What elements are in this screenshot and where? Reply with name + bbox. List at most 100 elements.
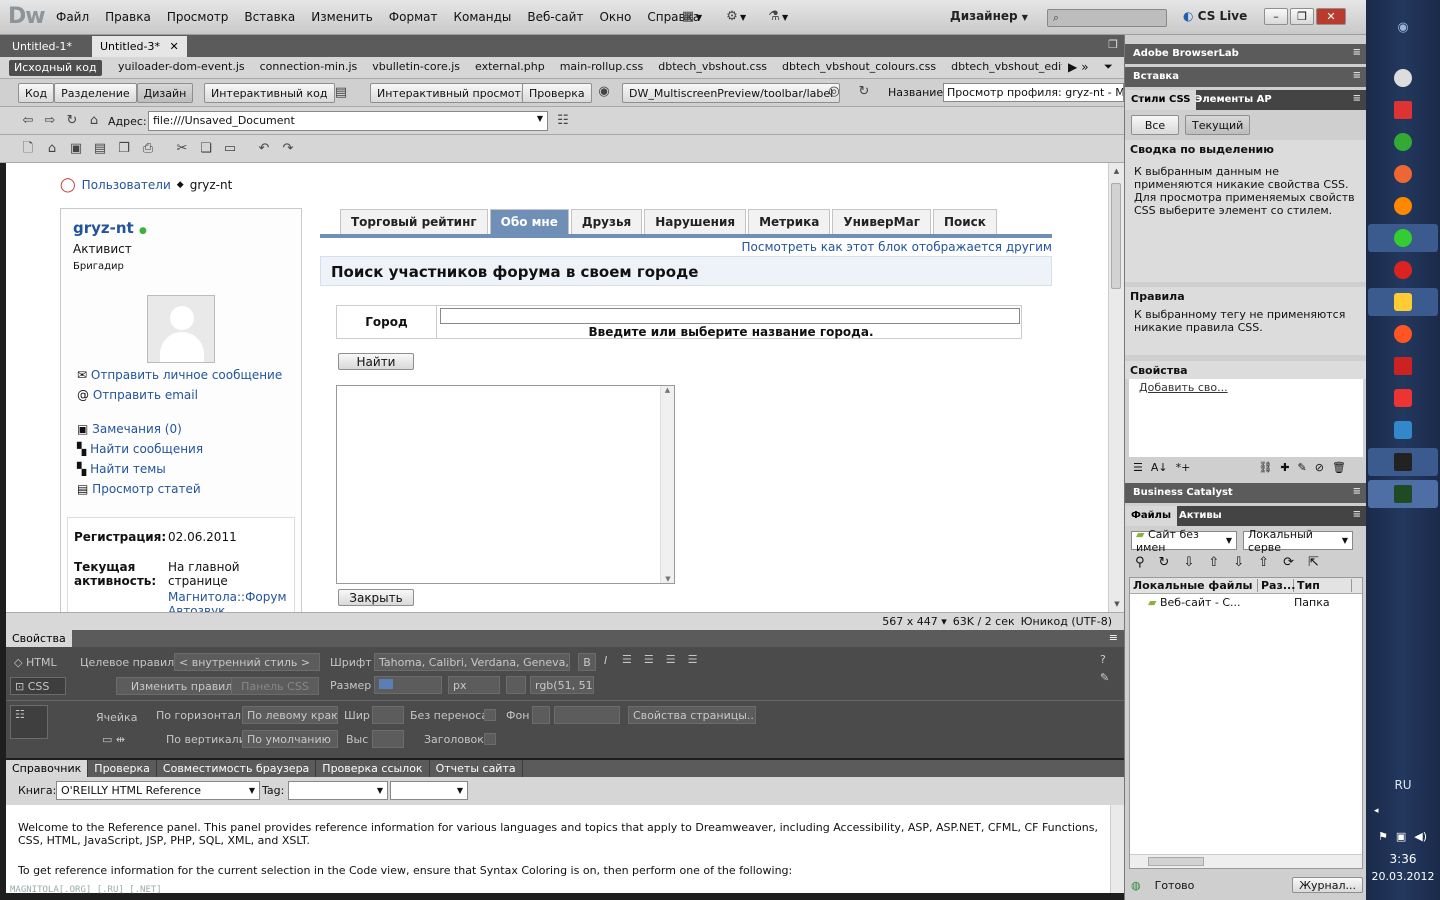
- notes-link[interactable]: ▣ Замечания (0): [77, 419, 282, 439]
- language-indicator[interactable]: RU: [1366, 778, 1440, 792]
- header-checkbox[interactable]: [484, 733, 496, 745]
- taskbar-icon[interactable]: [1382, 96, 1424, 124]
- refresh-icon[interactable]: ↻: [64, 113, 80, 129]
- tab-link-checker[interactable]: Проверка ссылок: [316, 760, 430, 777]
- breadcrumb-users[interactable]: Пользователи: [82, 178, 171, 192]
- tab-files[interactable]: Файлы: [1125, 506, 1178, 526]
- server-view-select[interactable]: Локальный серве ▼: [1243, 528, 1353, 554]
- alpha-view-icon[interactable]: A↓: [1151, 461, 1168, 474]
- layout-menu-icon[interactable]: ▦ ▼: [680, 9, 710, 25]
- taskbar-icon[interactable]: [1368, 224, 1438, 252]
- related-file[interactable]: main-rollup.css: [560, 60, 644, 73]
- menu-modify[interactable]: Изменить: [303, 10, 381, 24]
- workspace-switcher[interactable]: Дизайнер ▼: [950, 9, 1028, 23]
- related-file[interactable]: yuiloader-dom-event.js: [118, 60, 245, 73]
- checkout-icon[interactable]: ⇩: [1233, 555, 1244, 570]
- tab-trade-rating[interactable]: Торговый рейтинг: [340, 209, 488, 234]
- tab-search[interactable]: Поиск: [932, 209, 997, 234]
- help-search-input[interactable]: ⌕: [1047, 9, 1167, 27]
- find-posts-link[interactable]: ▚ Найти сообщения: [77, 439, 282, 459]
- related-file[interactable]: vbulletin-core.js: [372, 60, 460, 73]
- address-input[interactable]: file:///Unsaved_Document ▼: [148, 111, 548, 131]
- tab-css-styles[interactable]: Стили CSS: [1125, 90, 1197, 110]
- related-file[interactable]: external.php: [475, 60, 545, 73]
- paste-icon[interactable]: ▭: [222, 141, 238, 157]
- network-icon[interactable]: ▣: [1396, 830, 1406, 843]
- related-file[interactable]: dbtech_vbshout.css: [658, 60, 767, 73]
- dreamweaver-taskbar-icon[interactable]: [1368, 480, 1438, 508]
- new-rule-icon[interactable]: ✚: [1280, 461, 1289, 474]
- menu-site[interactable]: Веб-сайт: [519, 10, 591, 24]
- col-local-files[interactable]: Локальные файлы: [1130, 579, 1258, 592]
- window-size[interactable]: 567 x 447 ▾: [882, 615, 947, 628]
- activity-link[interactable]: Магнитола::Форум Автозвук: [168, 590, 288, 612]
- height-input[interactable]: [372, 730, 404, 748]
- color-picker[interactable]: [506, 676, 526, 694]
- tab-validation[interactable]: Проверка: [88, 760, 157, 777]
- new-document-icon[interactable]: 🗋: [20, 141, 36, 157]
- sync-icon[interactable]: ⟳: [1283, 555, 1294, 570]
- css-mode-button[interactable]: ⊡ CSS: [10, 677, 66, 695]
- tab-ap-elements[interactable]: Элементы AP: [1195, 94, 1272, 105]
- inspect-icon[interactable]: ▤: [333, 85, 349, 101]
- font-select[interactable]: Tahoma, Calibri, Verdana, Geneva,: [374, 653, 570, 671]
- align-buttons[interactable]: ☰☰☰☰: [622, 653, 709, 666]
- print-icon[interactable]: ⎙: [140, 141, 156, 157]
- edit-rule-icon[interactable]: ✎: [1298, 461, 1307, 474]
- html-mode-button[interactable]: ◇ HTML: [14, 656, 57, 669]
- menu-edit[interactable]: Правка: [97, 10, 159, 24]
- target-rule-select[interactable]: < внутренний стиль >: [174, 653, 320, 671]
- tab-assets[interactable]: Активы: [1179, 510, 1222, 521]
- checkin-icon[interactable]: ⇧: [1258, 555, 1269, 570]
- all-mode-button[interactable]: Все: [1131, 115, 1179, 135]
- tab-infractions[interactable]: Нарушения: [644, 209, 747, 234]
- restore-doc-icon[interactable]: ❐: [1108, 38, 1118, 51]
- quick-tag-icon[interactable]: ✎: [1100, 671, 1109, 684]
- color-value-input[interactable]: rgb(51, 51,: [530, 676, 594, 694]
- set-properties-icon[interactable]: *+: [1176, 461, 1191, 474]
- bg-color-input[interactable]: [554, 706, 620, 724]
- merge-cells-icon[interactable]: ▭ ⇹: [102, 733, 125, 746]
- tab-friends[interactable]: Друзья: [570, 209, 643, 234]
- taskbar-icon[interactable]: [1382, 128, 1424, 156]
- send-email-link[interactable]: @ Отправить email: [77, 385, 282, 405]
- cut-icon[interactable]: ✂: [174, 141, 190, 157]
- connect-icon[interactable]: ⚲: [1135, 555, 1145, 570]
- bridge-icon[interactable]: ▣: [68, 141, 84, 157]
- close-button[interactable]: Закрыть: [338, 589, 414, 606]
- delete-rule-icon[interactable]: 🗑: [1332, 461, 1346, 474]
- profile-username[interactable]: gryz-nt ●: [73, 219, 147, 237]
- properties-tab[interactable]: Свойства: [6, 630, 72, 647]
- close-tab-icon[interactable]: ✕: [169, 40, 178, 53]
- book-select[interactable]: O'REILLY HTML Reference ▼: [56, 781, 260, 800]
- col-size[interactable]: Раз...: [1258, 579, 1295, 592]
- home-icon[interactable]: ⌂: [86, 113, 102, 129]
- view-options-icon[interactable]: ☷: [555, 113, 571, 129]
- filter-icon[interactable]: ⏷: [1104, 60, 1113, 74]
- tag-select[interactable]: ▼: [288, 781, 388, 800]
- extend-menu-icon[interactable]: ⚙ ▼: [724, 9, 754, 25]
- disable-rule-icon[interactable]: ⊘: [1315, 461, 1324, 474]
- width-input[interactable]: [372, 706, 404, 724]
- bg-color-picker[interactable]: [532, 706, 550, 724]
- business-catalyst-panel[interactable]: Business Catalyst ≡: [1125, 483, 1367, 503]
- live-code-button[interactable]: Интерактивный код: [204, 83, 335, 103]
- source-code-button[interactable]: Исходный код: [9, 60, 102, 76]
- file-tree-hscroll[interactable]: [1130, 854, 1362, 868]
- tab-about-me[interactable]: Обо мне: [489, 209, 569, 234]
- menu-insert[interactable]: Вставка: [236, 10, 303, 24]
- taskbar-icon[interactable]: [1382, 320, 1424, 348]
- design-scrollbar[interactable]: ▲ ▼: [1108, 163, 1124, 612]
- col-type[interactable]: Тип: [1294, 579, 1352, 592]
- chevron-down-icon[interactable]: ▼: [537, 114, 543, 123]
- category-view-icon[interactable]: ☰: [1133, 461, 1143, 474]
- size-select[interactable]: [374, 676, 442, 694]
- visual-aids-icon[interactable]: ◎: [826, 84, 842, 100]
- tab-site-reports[interactable]: Отчеты сайта: [430, 760, 523, 777]
- restore-button[interactable]: ❐: [1290, 8, 1314, 25]
- italic-button[interactable]: I: [604, 654, 607, 667]
- browser-preview-icon[interactable]: ◉: [596, 84, 612, 100]
- get-icon[interactable]: ⇩: [1183, 555, 1194, 570]
- results-list[interactable]: ▲ ▼: [336, 385, 675, 584]
- tab-browser-compat[interactable]: Совместимость браузера: [157, 760, 317, 777]
